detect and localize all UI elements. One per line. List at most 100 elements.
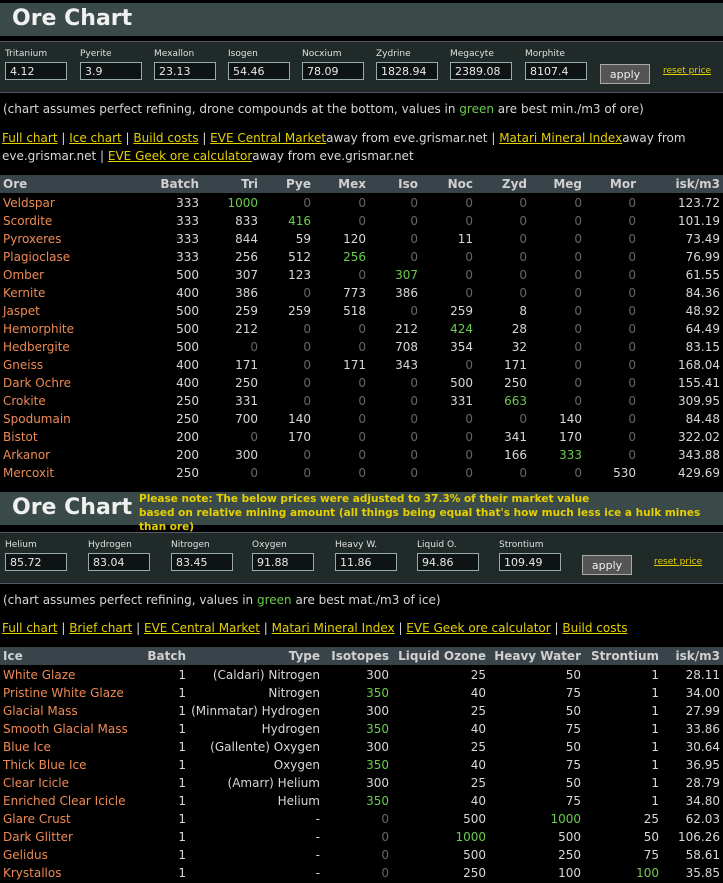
row-name: Gelidus xyxy=(3,848,48,862)
reset-price-link[interactable]: reset price xyxy=(663,66,711,76)
cell-isk-m3: 34.00 xyxy=(685,686,720,700)
price-field-pyerite: Pyerite 3.9 xyxy=(80,49,142,80)
price-input-strontium[interactable]: 109.49 xyxy=(499,553,561,571)
cell-mor: 0 xyxy=(628,322,636,336)
reset-price-link[interactable]: reset price xyxy=(654,557,702,567)
link-eve-geek-ore-calculator[interactable]: EVE Geek ore calculator xyxy=(406,621,550,635)
price-input-nocxium[interactable]: 78.09 xyxy=(302,62,364,80)
link-matari-mineral-index[interactable]: Matari Mineral Index xyxy=(272,621,395,635)
column-header-batch[interactable]: Batch xyxy=(147,649,186,663)
cell-meg: 0 xyxy=(574,322,582,336)
column-header-mex[interactable]: Mex xyxy=(338,177,366,191)
link-full-chart[interactable]: Full chart xyxy=(2,621,58,635)
column-header-ore[interactable]: Ore xyxy=(3,177,27,191)
price-input-tritanium[interactable]: 4.12 xyxy=(5,62,67,80)
price-input-liquid-o[interactable]: 94.86 xyxy=(417,553,479,571)
column-header-isk-m3[interactable]: isk/m3 xyxy=(676,177,720,191)
cell-batch: 1 xyxy=(178,668,186,682)
ore-links: Full chart | Ice chart | Build costs | E… xyxy=(2,129,686,147)
cell-mex: 518 xyxy=(343,304,366,318)
cell-liquid-ozone: 40 xyxy=(470,794,486,808)
table-row: Glare Crust 1 - 0 500 1000 25 62.03 xyxy=(0,810,723,828)
cell-type: - xyxy=(315,812,320,826)
price-input-mexallon[interactable]: 23.13 xyxy=(154,62,216,80)
row-name: Hemorphite xyxy=(3,322,75,336)
cell-tri: 331 xyxy=(235,394,258,408)
column-header-isk-m3[interactable]: isk/m3 xyxy=(676,649,720,663)
column-header-strontium[interactable]: Strontium xyxy=(591,649,659,663)
cell-pye: 259 xyxy=(288,304,311,318)
link-brief-chart[interactable]: Brief chart xyxy=(69,621,132,635)
cell-isk-m3: 27.99 xyxy=(685,704,720,718)
price-input-zydrine[interactable]: 1828.94 xyxy=(376,62,438,80)
price-label: Strontium xyxy=(499,540,544,550)
link-build-costs[interactable]: Build costs xyxy=(562,621,627,635)
cell-mex: 0 xyxy=(358,376,366,390)
table-row: Pyroxeres 333 844 59 120 0 11 0 0 0 73.49 xyxy=(0,230,723,248)
price-input-oxygen[interactable]: 91.88 xyxy=(252,553,314,571)
link-eve-geek-ore-calculator[interactable]: EVE Geek ore calculator xyxy=(108,149,252,163)
link-ice-chart[interactable]: Ice chart xyxy=(69,131,122,145)
cell-liquid-ozone: 40 xyxy=(470,722,486,736)
cell-meg: 0 xyxy=(574,304,582,318)
cell-mor: 0 xyxy=(628,358,636,372)
link-matari-mineral-index[interactable]: Matari Mineral Index xyxy=(499,131,622,145)
cell-pye: 416 xyxy=(288,214,311,228)
row-name: White Glaze xyxy=(3,668,76,682)
column-header-batch[interactable]: Batch xyxy=(160,177,199,191)
row-name: Gneiss xyxy=(3,358,44,372)
ice-table-header: Ice Batch Type Isotopes Liquid Ozone Heavy Wa… xyxy=(0,647,723,665)
column-header-heavy-water[interactable]: Heavy Water xyxy=(494,649,581,663)
price-input-helium[interactable]: 85.72 xyxy=(5,553,67,571)
cell-pye: 123 xyxy=(288,268,311,282)
price-input-hydrogen[interactable]: 83.04 xyxy=(88,553,150,571)
price-input-heavy-w[interactable]: 11.86 xyxy=(335,553,397,571)
apply-button[interactable]: apply xyxy=(582,555,632,575)
cell-mex: 0 xyxy=(358,214,366,228)
price-input-megacyte[interactable]: 2389.08 xyxy=(450,62,512,80)
link-build-costs[interactable]: Build costs xyxy=(133,131,198,145)
cell-isotopes: 300 xyxy=(366,668,389,682)
cell-noc: 354 xyxy=(450,340,473,354)
price-input-isogen[interactable]: 54.46 xyxy=(228,62,290,80)
cell-isk-m3: 58.61 xyxy=(685,848,720,862)
cell-strontium: 100 xyxy=(636,866,659,880)
row-name: Thick Blue Ice xyxy=(3,758,87,772)
column-header-liquid-ozone[interactable]: Liquid Ozone xyxy=(398,649,486,663)
cell-noc: 0 xyxy=(465,448,473,462)
column-header-meg[interactable]: Meg xyxy=(553,177,582,191)
cell-isk-m3: 322.02 xyxy=(678,430,720,444)
column-header-isotopes[interactable]: Isotopes xyxy=(331,649,389,663)
table-row: Dark Ochre 400 250 0 0 0 500 250 0 0 155.41 xyxy=(0,374,723,392)
cell-heavy-water: 1000 xyxy=(550,812,581,826)
cell-isotopes: 350 xyxy=(366,722,389,736)
column-header-pye[interactable]: Pye xyxy=(286,177,311,191)
link-eve-central-market[interactable]: EVE Central Market xyxy=(144,621,260,635)
column-header-mor[interactable]: Mor xyxy=(610,177,636,191)
cell-type: (Amarr) Helium xyxy=(227,776,320,790)
cell-batch: 500 xyxy=(176,322,199,336)
column-header-iso[interactable]: Iso xyxy=(398,177,418,191)
price-input-pyerite[interactable]: 3.9 xyxy=(80,62,142,80)
column-header-tri[interactable]: Tri xyxy=(241,177,258,191)
cell-noc: 0 xyxy=(465,466,473,480)
column-header-ice[interactable]: Ice xyxy=(3,649,23,663)
ice-links: Full chart | Brief chart | EVE Central M… xyxy=(2,619,627,637)
column-header-noc[interactable]: Noc xyxy=(448,177,473,191)
ore-table-header: Ore Batch Tri Pye Mex Iso Noc Zyd Meg Mor isk/m3 xyxy=(0,175,723,193)
price-input-morphite[interactable]: 8107.4 xyxy=(525,62,587,80)
cell-batch: 250 xyxy=(176,394,199,408)
price-input-nitrogen[interactable]: 83.45 xyxy=(171,553,233,571)
column-header-zyd[interactable]: Zyd xyxy=(502,177,527,191)
cell-isk-m3: 309.95 xyxy=(678,394,720,408)
cell-meg: 0 xyxy=(574,466,582,480)
link-full-chart[interactable]: Full chart xyxy=(2,131,58,145)
link-separator: away from eve.grismar.net | xyxy=(326,131,500,145)
column-header-type[interactable]: Type xyxy=(289,649,320,663)
price-field-strontium: Strontium 109.49 xyxy=(499,540,561,571)
cell-mex: 0 xyxy=(358,268,366,282)
cell-mor: 0 xyxy=(628,196,636,210)
cell-zyd: 0 xyxy=(519,268,527,282)
link-eve-central-market[interactable]: EVE Central Market xyxy=(210,131,326,145)
apply-button[interactable]: apply xyxy=(600,64,650,84)
